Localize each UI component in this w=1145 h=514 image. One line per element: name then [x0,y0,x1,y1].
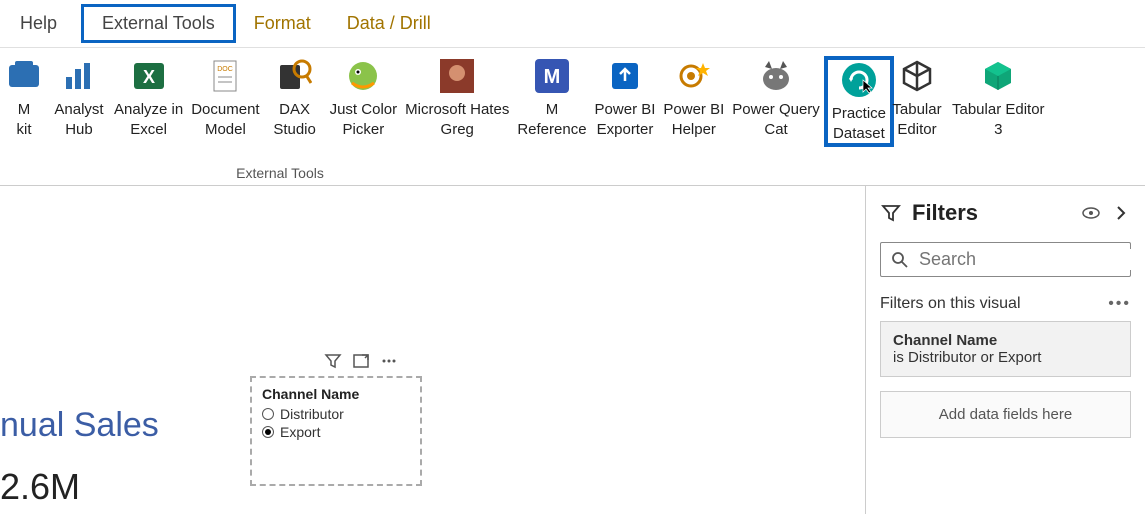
tab-data-drill[interactable]: Data / Drill [329,7,449,40]
add-filter-dropzone[interactable]: Add data fields here [880,391,1131,438]
more-options-icon[interactable]: ••• [1108,295,1131,313]
slicer-option-export[interactable]: Export [262,424,410,440]
radio-checked-icon [262,426,274,438]
filter-field-name: Channel Name [893,332,1118,349]
ribbon-item-ms-hates-greg[interactable]: Microsoft HatesGreg [401,56,513,139]
ribbon-label: DAXStudio [273,100,316,139]
visual-value: 2.6M [0,466,80,508]
filters-pane: Filters Filters on this visual ••• Chann… [865,186,1145,514]
ribbon-item-pbi-exporter[interactable]: Power BIExporter [591,56,660,139]
toolkit-icon [4,56,44,96]
upload-icon [605,56,645,96]
ribbon-label: Analyze inExcel [114,100,183,139]
dax-icon [275,56,315,96]
ribbon-label: Mkit [17,100,32,139]
slicer-option-label: Export [280,424,320,440]
canvas[interactable]: nual Sales 2.6M Channel Name Distributor [0,186,865,514]
slicer-visual[interactable]: Channel Name Distributor Export [250,376,422,486]
ribbon-label: PracticeDataset [832,104,886,143]
radio-unchecked-icon [262,408,274,420]
filters-header: Filters [880,200,1131,226]
chameleon-icon [343,56,383,96]
slicer-title: Channel Name [262,386,410,402]
ribbon: Mkit AnalystHub X Analyze inExcel DOC Do… [0,48,1145,186]
ribbon-label: Power BIExporter [595,100,656,139]
filters-search[interactable] [880,242,1131,277]
filters-title: Filters [912,200,1071,226]
ribbon-label: Tabular Editor3 [952,100,1045,139]
filter-card[interactable]: Channel Name is Distributor or Export [880,321,1131,377]
refresh-dataset-icon [839,60,879,100]
filters-section-head: Filters on this visual ••• [880,295,1131,313]
ribbon-label: MReference [517,100,586,139]
m-icon: M [532,56,572,96]
ribbon-label: Just ColorPicker [330,100,398,139]
svg-text:DOC: DOC [218,66,234,73]
ribbon-item-practice-dataset[interactable]: PracticeDataset [824,56,894,147]
slicer-option-distributor[interactable]: Distributor [262,406,410,422]
tab-help[interactable]: Help [16,7,81,40]
cat-icon [756,56,796,96]
ribbon-item-power-query-cat[interactable]: Power QueryCat [728,56,824,139]
ribbon-item-analyst-hub[interactable]: AnalystHub [48,56,110,139]
ribbon-label: DocumentModel [191,100,259,139]
avatar-icon [437,56,477,96]
ribbon-item-tabular-editor[interactable]: TabularEditor [886,56,948,139]
ribbon-item-document-model[interactable]: DOC DocumentModel [187,56,263,139]
chart-icon [59,56,99,96]
filters-section-label: Filters on this visual [880,295,1021,313]
excel-icon: X [129,56,169,96]
ribbon-label: TabularEditor [892,100,941,139]
gear-star-icon [674,56,714,96]
tab-format[interactable]: Format [236,7,329,40]
ribbon-group-label: External Tools [0,165,560,181]
visual-title: nual Sales [0,406,159,445]
cube-outline-icon [897,56,937,96]
document-icon: DOC [205,56,245,96]
ribbon-item-dax-studio[interactable]: DAXStudio [264,56,326,139]
funnel-icon[interactable] [324,352,342,370]
funnel-icon [880,202,902,224]
eye-icon[interactable] [1081,203,1101,223]
svg-text:X: X [143,67,155,87]
focus-mode-icon[interactable] [352,352,370,370]
tabs-row: Help External Tools Format Data / Drill [0,0,1145,48]
filters-search-input[interactable] [919,249,1145,270]
ribbon-label: Microsoft HatesGreg [405,100,509,139]
ribbon-item-pbi-helper[interactable]: Power BIHelper [659,56,728,139]
ribbon-label: Power QueryCat [732,100,820,139]
main-area: nual Sales 2.6M Channel Name Distributor [0,186,1145,514]
cube-green-icon [978,56,1018,96]
ribbon-label: Power BIHelper [663,100,724,139]
svg-text:M: M [544,66,561,88]
cursor-icon [861,78,877,94]
ribbon-item-m-reference[interactable]: M MReference [513,56,590,139]
ribbon-item-analyze-excel[interactable]: X Analyze inExcel [110,56,187,139]
ribbon-label: AnalystHub [54,100,103,139]
ribbon-item-tabular-editor-3[interactable]: Tabular Editor3 [948,56,1049,139]
ribbon-item-m-kit[interactable]: Mkit [0,56,48,139]
slicer-option-label: Distributor [280,406,344,422]
ribbon-item-color-picker[interactable]: Just ColorPicker [326,56,402,139]
slicer-toolbar [324,352,398,370]
tab-external-tools[interactable]: External Tools [81,4,236,43]
search-icon [891,251,909,269]
chevron-right-icon[interactable] [1111,203,1131,223]
filter-condition: is Distributor or Export [893,349,1118,366]
more-options-icon[interactable] [380,352,398,370]
